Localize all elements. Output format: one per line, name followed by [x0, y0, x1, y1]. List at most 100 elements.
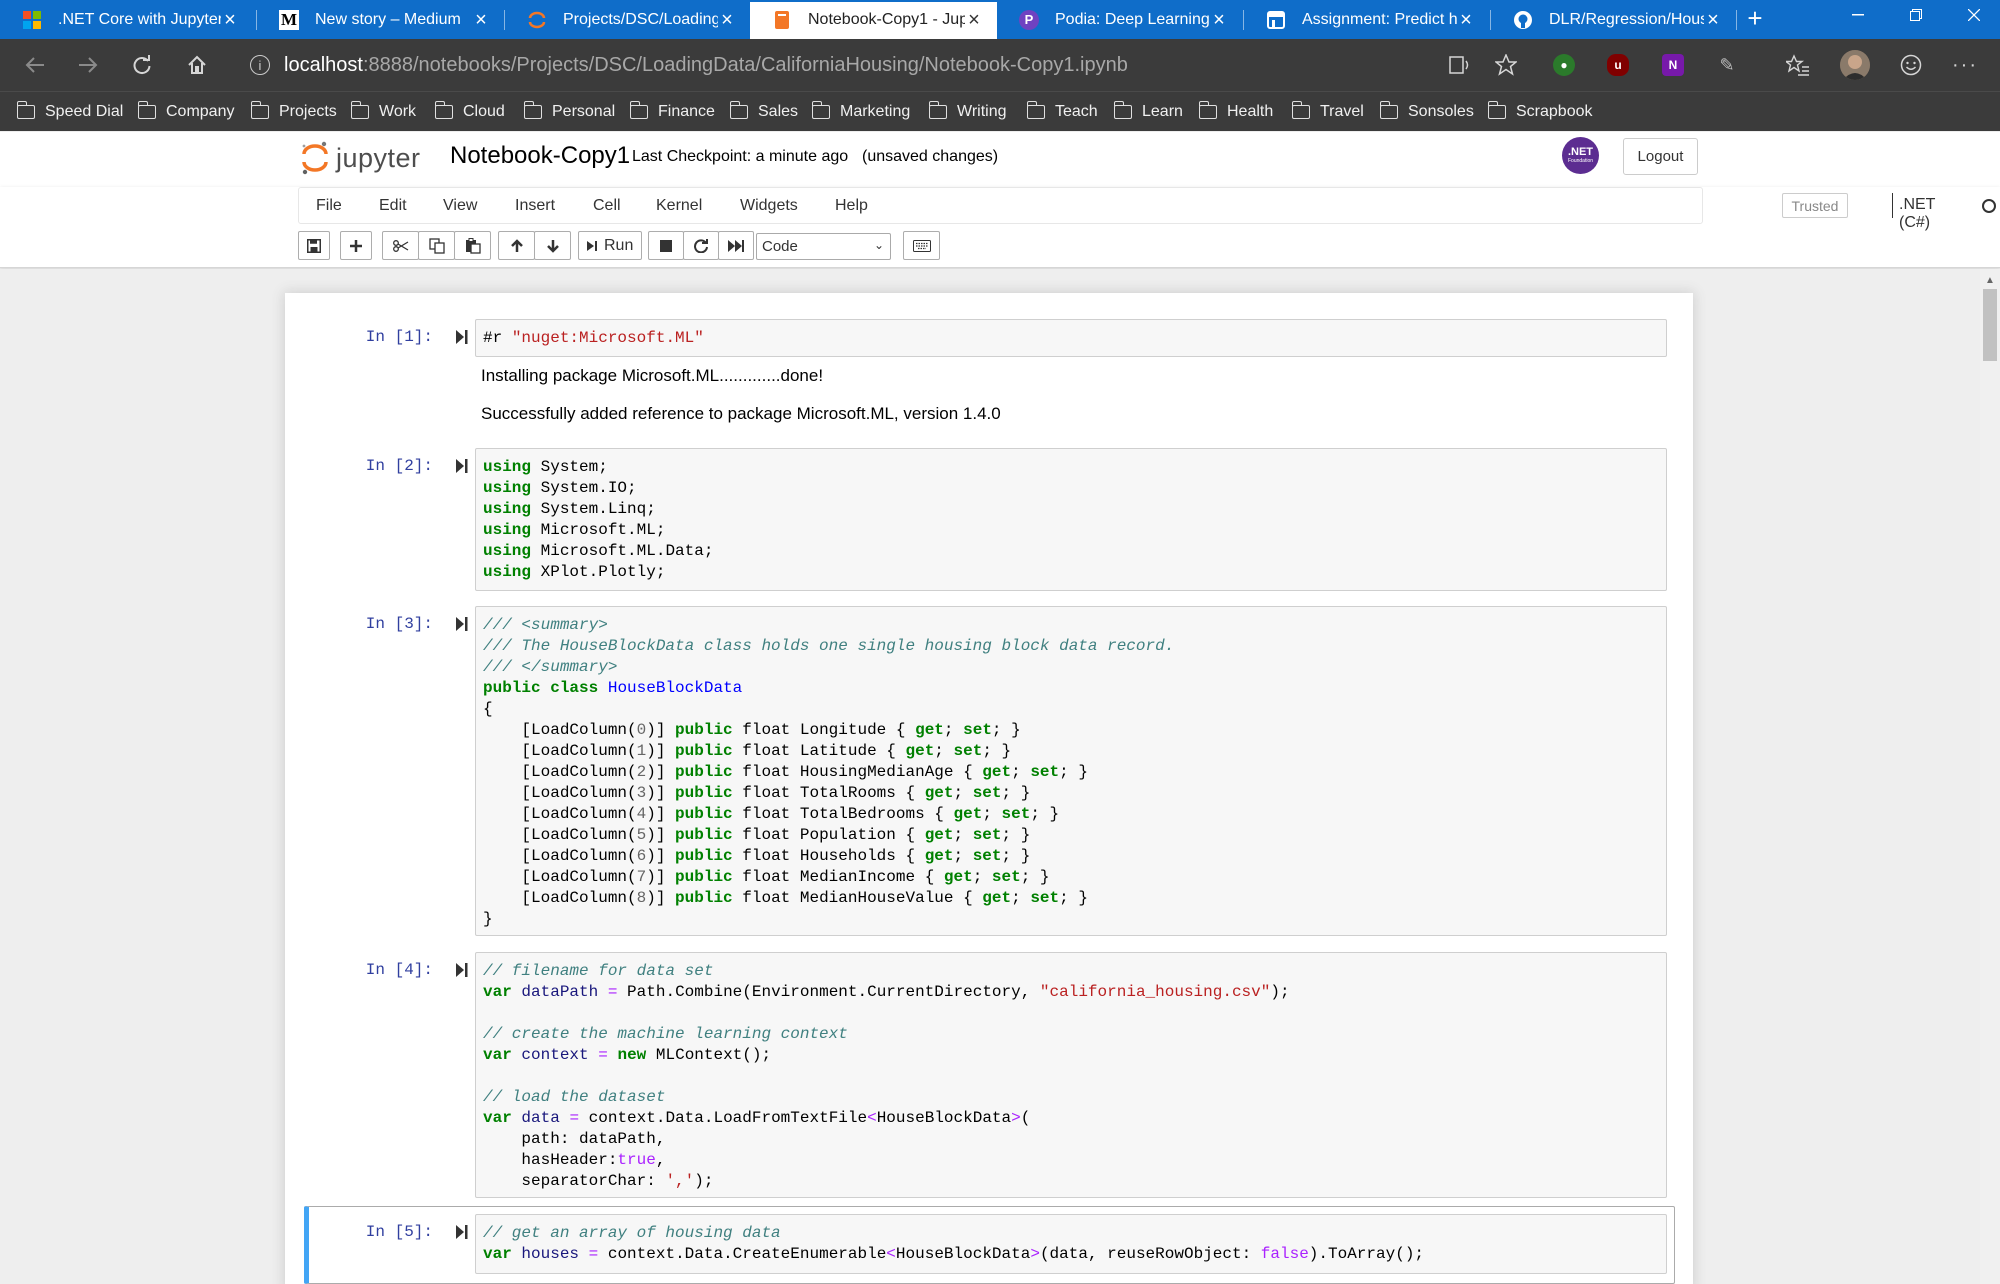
bookmark-folder[interactable]: Personal [523, 101, 615, 123]
bookmark-folder[interactable]: Marketing [811, 101, 910, 123]
assignment-icon [1266, 10, 1286, 30]
favorites-list-icon[interactable] [1782, 49, 1814, 81]
bookmark-folder[interactable]: Teach [1026, 101, 1098, 123]
back-icon[interactable] [19, 49, 51, 81]
command-palette-button[interactable] [903, 231, 940, 260]
insert-cell-button[interactable] [340, 231, 372, 260]
code-text: /// <summary> /// The HouseBlockData cla… [483, 616, 1175, 928]
restart-kernel-button[interactable] [683, 231, 719, 260]
close-tab-icon[interactable]: × [718, 10, 736, 30]
copy-icon [428, 237, 445, 254]
menu-cell[interactable]: Cell [593, 197, 621, 215]
run-cell-icon[interactable] [455, 458, 469, 474]
code-input[interactable]: // filename for data set var dataPath = … [475, 952, 1667, 1198]
bookmark-label: Learn [1142, 103, 1183, 120]
home-icon[interactable] [181, 49, 213, 81]
browser-tab[interactable]: .NET Core with Jupyter N × [0, 0, 253, 39]
folder-icon [1379, 101, 1398, 119]
run-cell-icon[interactable] [455, 1224, 469, 1240]
scroll-up-arrow-icon[interactable]: ▲ [1985, 275, 1995, 286]
run-cell-icon[interactable] [455, 329, 469, 345]
restore-icon[interactable] [1893, 0, 1939, 30]
feedback-smiley-icon[interactable] [1895, 49, 1927, 81]
menu-insert[interactable]: Insert [515, 197, 555, 215]
extension-pin-icon[interactable]: ✎ [1716, 54, 1738, 76]
menu-kernel[interactable]: Kernel [656, 197, 702, 215]
bookmark-folder[interactable]: Finance [629, 101, 715, 123]
code-input[interactable]: /// <summary> /// The HouseBlockData cla… [475, 606, 1667, 936]
code-input[interactable]: // get an array of housing data var hous… [475, 1214, 1667, 1274]
move-up-button[interactable] [498, 231, 535, 260]
bookmark-folder[interactable]: Sales [729, 101, 798, 123]
extension-ublock-icon[interactable]: u [1607, 54, 1629, 76]
cut-cell-button[interactable] [382, 231, 419, 260]
cell-type-select[interactable]: Code ⌄ [756, 233, 891, 260]
close-window-icon[interactable] [1951, 0, 1997, 30]
close-tab-icon[interactable]: × [472, 10, 490, 30]
bookmark-folder[interactable]: Writing [928, 101, 1007, 123]
bookmark-folder[interactable]: Sonsoles [1379, 101, 1474, 123]
bookmark-folder[interactable]: Company [137, 101, 234, 123]
copy-cell-button[interactable] [418, 231, 455, 260]
favorite-star-icon[interactable] [1490, 49, 1522, 81]
save-button[interactable] [298, 231, 330, 260]
browser-tab-active[interactable]: Notebook-Copy1 - Jupyt × [750, 0, 997, 39]
bookmark-label: Scrapbook [1516, 103, 1593, 120]
browser-tab[interactable]: Projects/DSC/LoadingDa × [505, 0, 750, 39]
run-cell-icon[interactable] [455, 616, 469, 632]
close-tab-icon[interactable]: × [1704, 10, 1722, 30]
close-tab-icon[interactable]: × [1210, 10, 1228, 30]
menu-view[interactable]: View [443, 197, 477, 215]
bookmark-folder[interactable]: Scrapbook [1487, 101, 1593, 123]
url-field[interactable]: i localhost:8888/notebooks/Projects/DSC/… [232, 47, 1448, 83]
bookmark-folder[interactable]: Projects [250, 101, 337, 123]
bookmark-folder[interactable]: Travel [1291, 101, 1364, 123]
interrupt-kernel-button[interactable] [648, 231, 684, 260]
site-info-icon[interactable]: i [250, 55, 270, 75]
bookmark-label: Health [1227, 103, 1274, 120]
menu-edit[interactable]: Edit [379, 197, 407, 215]
browser-tab[interactable]: P Podia: Deep Learning Wi × [997, 0, 1242, 39]
move-down-button[interactable] [534, 231, 571, 260]
extension-ghostery-icon[interactable]: ● [1553, 54, 1575, 76]
close-tab-icon[interactable]: × [965, 10, 983, 30]
trusted-indicator[interactable]: Trusted [1782, 193, 1848, 218]
bookmark-folder[interactable]: Learn [1113, 101, 1183, 123]
code-input[interactable]: #r "nuget:Microsoft.ML" [475, 319, 1667, 357]
bookmark-folder[interactable]: Health [1198, 101, 1274, 123]
code-input[interactable]: using System; using System.IO; using Sys… [475, 448, 1667, 591]
code-text: // get an array of housing data var hous… [483, 1224, 1425, 1263]
run-cell-icon[interactable] [455, 962, 469, 978]
more-menu-icon[interactable]: ··· [1949, 49, 1981, 81]
stop-icon [660, 239, 672, 252]
minimize-icon[interactable] [1835, 0, 1881, 30]
kernel-idle-indicator [1982, 199, 1996, 213]
notebook-name[interactable]: Notebook-Copy1 [450, 142, 630, 170]
menu-help[interactable]: Help [835, 197, 868, 215]
new-tab-button[interactable]: + [1740, 3, 1770, 33]
menu-file[interactable]: File [316, 197, 342, 215]
close-tab-icon[interactable]: × [221, 10, 239, 30]
forward-icon[interactable] [72, 49, 104, 81]
bookmark-folder[interactable]: Work [350, 101, 416, 123]
folder-icon [250, 101, 269, 119]
page-scrollbar[interactable] [1980, 269, 2000, 1284]
browser-tab[interactable]: Assignment: Predict hous × [1244, 0, 1489, 39]
close-tab-icon[interactable]: × [1457, 10, 1475, 30]
menu-widgets[interactable]: Widgets [740, 197, 798, 215]
scrollbar-thumb[interactable] [1983, 289, 1997, 361]
restart-run-all-button[interactable] [718, 231, 754, 260]
read-aloud-icon[interactable] [1444, 49, 1476, 81]
profile-avatar[interactable] [1840, 50, 1870, 80]
refresh-icon[interactable] [126, 49, 158, 81]
logout-button[interactable]: Logout [1623, 138, 1698, 175]
run-button[interactable]: Run [578, 231, 642, 260]
browser-tab[interactable]: M New story – Medium × [257, 0, 504, 39]
paste-cell-button[interactable] [454, 231, 491, 260]
bookmark-folder[interactable]: Speed Dial [16, 101, 123, 123]
browser-tab[interactable]: DLR/Regression/HouseP × [1491, 0, 1736, 39]
jupyter-logo[interactable]: jupyter [300, 138, 421, 178]
tab-title: .NET Core with Jupyter N [58, 10, 221, 28]
extension-onenote-icon[interactable]: N [1662, 54, 1684, 76]
bookmark-folder[interactable]: Cloud [434, 101, 505, 123]
